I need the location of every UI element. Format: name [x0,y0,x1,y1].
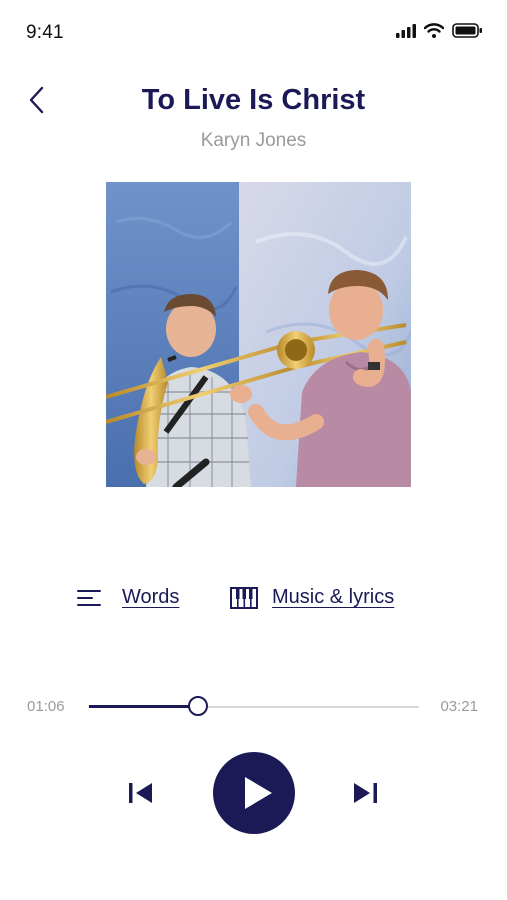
song-title: To Live Is Christ [141,84,366,116]
playback-controls [0,752,507,834]
play-icon [245,777,272,809]
progress-bar: 01:06 03:21 [0,694,507,720]
total-time: 03:21 [440,698,478,715]
album-art-image [106,182,411,487]
battery-icon [452,23,482,38]
artist-name: Karyn Jones [200,130,307,151]
seek-thumb[interactable] [187,696,208,716]
music-lyrics-link-label[interactable]: Music & lyrics [272,586,394,609]
words-link-label[interactable]: Words [122,586,179,609]
status-icons [396,23,483,38]
status-bar: 9:41 [0,0,507,60]
previous-button[interactable] [128,780,154,806]
album-artwork [106,182,411,487]
play-button[interactable] [213,752,295,834]
cellular-signal-icon [396,23,416,38]
status-time: 9:41 [26,22,64,43]
skip-previous-icon [129,783,152,803]
skip-next-icon [354,783,377,803]
seek-track[interactable] [89,696,419,716]
text-lines-icon [77,589,101,606]
wifi-icon [424,23,444,38]
words-link[interactable]: Words [76,586,179,609]
music-lyrics-link[interactable]: Music & lyrics [230,586,394,609]
seek-track-fill [89,705,198,708]
piano-keys-icon [230,586,258,609]
header: To Live Is Christ Karyn Jones [0,78,507,158]
links-row: Words Music & lyrics [0,586,507,616]
next-button[interactable] [352,780,378,806]
current-time: 01:06 [27,698,65,715]
